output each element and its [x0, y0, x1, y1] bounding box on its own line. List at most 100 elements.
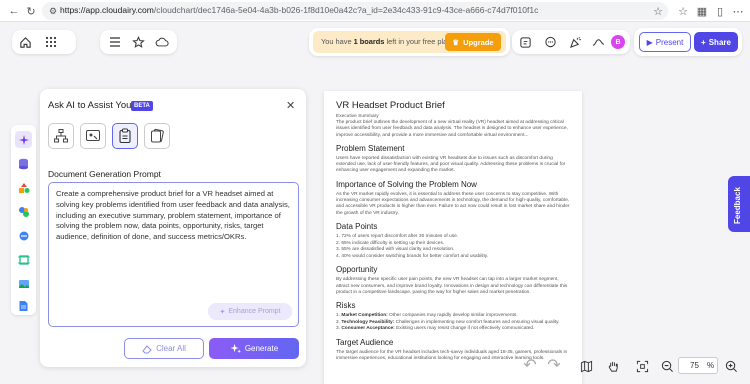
risks-heading: Risks — [336, 301, 356, 311]
collab-toolbar: B — [512, 30, 630, 54]
url-text: https://app.cloudairy.com/cloudchart/dec… — [60, 5, 538, 15]
risk-text: Other companies may rapidly develop simi… — [387, 313, 518, 319]
share-button[interactable]: + Share — [694, 32, 738, 52]
opportunity-heading: Opportunity — [336, 265, 378, 275]
site-info-icon[interactable]: ⚙ — [45, 3, 61, 19]
risk-title: Technology Feasibility: — [341, 319, 395, 325]
template-slides[interactable] — [144, 123, 170, 149]
shapes-tool[interactable] — [15, 179, 32, 196]
clear-all-button[interactable]: Clear All — [124, 338, 204, 359]
clear-label: Clear All — [156, 344, 186, 353]
crown-icon: ♛ — [452, 37, 460, 47]
risk-title: Consumer Acceptance: — [341, 326, 395, 332]
cards-icon — [151, 128, 164, 143]
enhance-prompt-button[interactable]: ✦ Enhance Prompt — [208, 303, 292, 320]
document-tool[interactable] — [15, 297, 32, 314]
hand-icon[interactable] — [604, 357, 622, 375]
integration-tool[interactable] — [15, 227, 32, 244]
panel-title: Ask AI to Assist You — [48, 100, 132, 111]
redo-icon[interactable]: ↷ — [545, 356, 563, 374]
history-controls: ↶ ↷ — [515, 354, 569, 376]
reload-icon[interactable]: ↻ — [23, 3, 39, 19]
document-page[interactable]: VR Headset Product Brief Executive Summa… — [324, 91, 582, 384]
zoom-out-icon[interactable] — [658, 357, 676, 375]
undo-icon[interactable]: ↶ — [521, 356, 539, 374]
clipboard-icon — [119, 128, 131, 144]
browser-bar: ← ↻ ⚙ https://app.cloudairy.com/cloudcha… — [0, 0, 750, 22]
feedback-label: Feedback — [733, 187, 742, 224]
favorites-icon[interactable]: ☆ — [675, 3, 691, 19]
board-toolbar — [100, 30, 177, 54]
zoom-value: 75 — [690, 361, 699, 370]
present-label: Present — [655, 37, 684, 47]
bookmark-star-icon[interactable]: ☆ — [650, 3, 666, 19]
list-item: 1. Market Competition: Other companies m… — [336, 313, 572, 320]
sparkle-icon: ✦ — [219, 308, 226, 316]
cloud-icons-tool[interactable] — [15, 203, 32, 220]
feedback-tab[interactable]: Feedback — [728, 176, 750, 232]
extensions-icon[interactable]: ▯ — [712, 3, 728, 19]
data-points-heading: Data Points — [336, 221, 378, 231]
upgrade-button[interactable]: ♛ Upgrade — [445, 33, 501, 51]
plan-text: You have 1 boards left in your free plan — [321, 37, 451, 46]
importance-heading: Importance of Solving the Problem Now — [336, 179, 477, 189]
board-icon — [86, 130, 100, 141]
tab-actions-icon[interactable]: ▦ — [694, 3, 710, 19]
eraser-icon — [142, 344, 152, 353]
back-icon[interactable]: ← — [6, 3, 22, 19]
prompt-text: Create a comprehensive product brief for… — [56, 189, 290, 242]
frame-tool[interactable] — [15, 251, 32, 268]
list-item: 3. 55% are dissatisfied with visual clar… — [336, 247, 455, 253]
apps-grid-icon[interactable] — [42, 33, 60, 51]
risk-text: Existing users may resist change if not … — [394, 326, 535, 332]
problem-text: Users have reported dissatisfaction with… — [336, 155, 566, 174]
activity-icon[interactable] — [589, 33, 607, 51]
enhance-label: Enhance Prompt — [228, 308, 281, 315]
tool-rail — [11, 125, 36, 315]
prompt-label: Document Generation Prompt — [48, 169, 161, 179]
fit-screen-icon[interactable] — [633, 357, 651, 375]
org-chart-icon — [54, 129, 68, 143]
close-icon[interactable]: ✕ — [286, 99, 295, 112]
generate-button[interactable]: Generate — [209, 338, 299, 359]
ai-notes-icon[interactable] — [516, 33, 534, 51]
beta-badge: BETA — [131, 101, 153, 111]
sparkles-icon — [230, 343, 241, 354]
home-icon[interactable] — [16, 33, 34, 51]
prompt-textarea[interactable]: Create a comprehensive product brief for… — [48, 182, 299, 327]
template-document[interactable] — [112, 123, 138, 149]
present-button[interactable]: ▶ Present — [639, 32, 691, 52]
list-item: 1. 72% of users report discomfort after … — [336, 233, 459, 239]
address-bar[interactable]: ⚙ https://app.cloudairy.com/cloudchart/d… — [42, 2, 668, 20]
cloud-save-icon[interactable] — [153, 33, 171, 51]
menu-icon[interactable] — [106, 33, 124, 51]
generate-label: Generate — [244, 344, 279, 353]
home-toolbar — [12, 30, 76, 54]
comment-icon[interactable] — [541, 33, 559, 51]
database-tool[interactable] — [15, 155, 32, 172]
template-diagram[interactable] — [48, 123, 74, 149]
problem-heading: Problem Statement — [336, 143, 405, 153]
star-icon[interactable] — [129, 33, 147, 51]
zoom-unit: % — [707, 361, 715, 370]
risk-text: Challenges in implementing new comfort f… — [394, 319, 560, 325]
zoom-level-input[interactable]: 75 % — [678, 357, 718, 374]
zoom-in-icon[interactable] — [722, 357, 740, 375]
map-icon[interactable] — [577, 357, 595, 375]
opportunity-text: By addressing these specific user pain p… — [336, 277, 568, 295]
ai-sparkle-tool[interactable] — [15, 131, 32, 148]
importance-text: As the VR market rapidly evolves, it is … — [336, 191, 570, 216]
ai-assist-panel: Ask AI to Assist You BETA ✕ Document Gen… — [40, 89, 306, 367]
plan-suffix: left in your free plan — [384, 37, 452, 46]
url-path: /cloudchart/dec1746a-5e04-4a3b-b026-1f8d… — [153, 5, 539, 15]
celebrate-icon[interactable] — [566, 33, 584, 51]
upgrade-label: Upgrade — [463, 37, 494, 47]
user-plus-icon: + — [701, 37, 706, 47]
avatar[interactable]: B — [611, 35, 625, 49]
avatar-letter: B — [615, 38, 621, 46]
more-icon[interactable]: ⋯ — [730, 3, 746, 19]
boards-count: 1 boards — [353, 37, 385, 46]
plan-prefix: You have — [321, 37, 354, 46]
template-whiteboard[interactable] — [80, 123, 106, 149]
image-tool[interactable] — [15, 275, 32, 292]
